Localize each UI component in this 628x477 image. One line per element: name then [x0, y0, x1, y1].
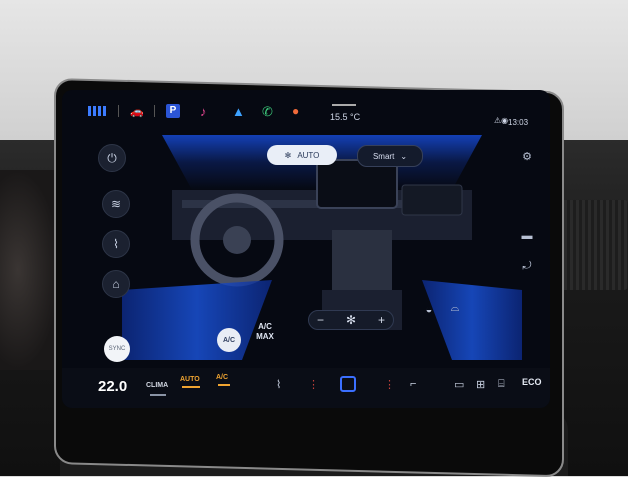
rear-defrost-icon[interactable]: ▬ — [520, 230, 534, 244]
chevron-down-icon: ⌄ — [400, 151, 408, 161]
clock: 13:03 — [508, 118, 529, 127]
power-button[interactable]: ⏻ — [98, 144, 126, 172]
car-recirc-icon[interactable]: ◒ — [422, 304, 436, 318]
seat-passenger-icon[interactable]: ⤾ — [520, 260, 534, 274]
music-icon[interactable]: ♪ — [200, 104, 207, 119]
fan-icon: ✻ — [284, 150, 292, 160]
fan-speed-control: − ✻ + — [308, 310, 394, 330]
car-icon[interactable]: 🚗 — [128, 104, 146, 118]
climate-profile-dropdown[interactable]: Smart ⌄ — [357, 145, 423, 167]
fan-icon: ✻ — [345, 313, 357, 327]
seat-massage-driver-button[interactable]: ⌂ — [102, 270, 130, 298]
infotainment-screen: 🚗 P ♪ ▲ ✆ ● 15.5 °C ⚠◉ 13:03 ✻ AUTO Smar… — [62, 90, 550, 408]
seat-rear-icon[interactable]: ⌸ — [498, 378, 505, 391]
fan-decrease-button[interactable]: − — [317, 313, 324, 327]
settings-gear-icon[interactable]: ⚙ — [520, 150, 534, 164]
eco-button[interactable]: ECO — [522, 377, 542, 387]
rear-window-icon[interactable]: ⊞ — [476, 378, 485, 391]
auto-indicator — [182, 386, 200, 388]
ac-button[interactable]: A/C — [217, 328, 241, 352]
phone-icon[interactable]: ✆ — [262, 104, 273, 120]
parking-icon[interactable]: P — [166, 104, 180, 118]
heat-level-right-icon[interactable]: ⋮ — [384, 378, 395, 391]
climate-mode-label: AUTO — [297, 150, 320, 160]
ac-status-label[interactable]: A/C — [216, 374, 228, 381]
sync-button[interactable]: SYNC — [104, 336, 130, 362]
seat-right-icon[interactable]: ⌐ — [410, 378, 416, 390]
ac-max-button[interactable]: A/C MAX — [254, 322, 276, 344]
fan-increase-button[interactable]: + — [378, 313, 385, 327]
outside-temp-indicator — [332, 104, 356, 106]
dashboard-left-shadow — [0, 170, 60, 370]
clima-indicator — [150, 394, 166, 396]
outside-temperature: 15.5 °C — [330, 112, 361, 122]
home-button[interactable] — [340, 376, 356, 392]
seat-vent-driver-button[interactable]: ⌇ — [102, 230, 130, 258]
climate-auto-button[interactable]: ✻ AUTO — [267, 145, 337, 165]
status-bar: 🚗 P ♪ ▲ ✆ ● 15.5 °C ⚠◉ 13:03 — [62, 90, 550, 127]
air-vent — [555, 200, 628, 290]
car-rear-icon[interactable]: ▭ — [454, 378, 464, 391]
driver-temperature[interactable]: 22.0 — [98, 378, 127, 395]
ac-indicator — [218, 384, 230, 386]
clima-label[interactable]: CLIMA — [146, 382, 168, 389]
apps-grid-icon[interactable] — [88, 106, 108, 116]
climate-profile-label: Smart — [372, 151, 395, 161]
seat-heat-driver-button[interactable]: ≋ — [102, 190, 130, 218]
navigation-icon[interactable]: ▲ — [232, 104, 245, 119]
profile-icon[interactable]: ● — [292, 104, 299, 118]
heat-level-icon[interactable]: ⋮ — [308, 378, 319, 391]
divider — [154, 105, 155, 117]
windshield-defrost-icon[interactable]: ⌓ — [448, 302, 462, 316]
auto-label[interactable]: AUTO — [180, 376, 200, 383]
divider — [118, 105, 119, 117]
seat-heat-icon[interactable]: ⌇ — [276, 378, 281, 391]
connectivity-icon: ⚠◉ — [494, 116, 509, 125]
